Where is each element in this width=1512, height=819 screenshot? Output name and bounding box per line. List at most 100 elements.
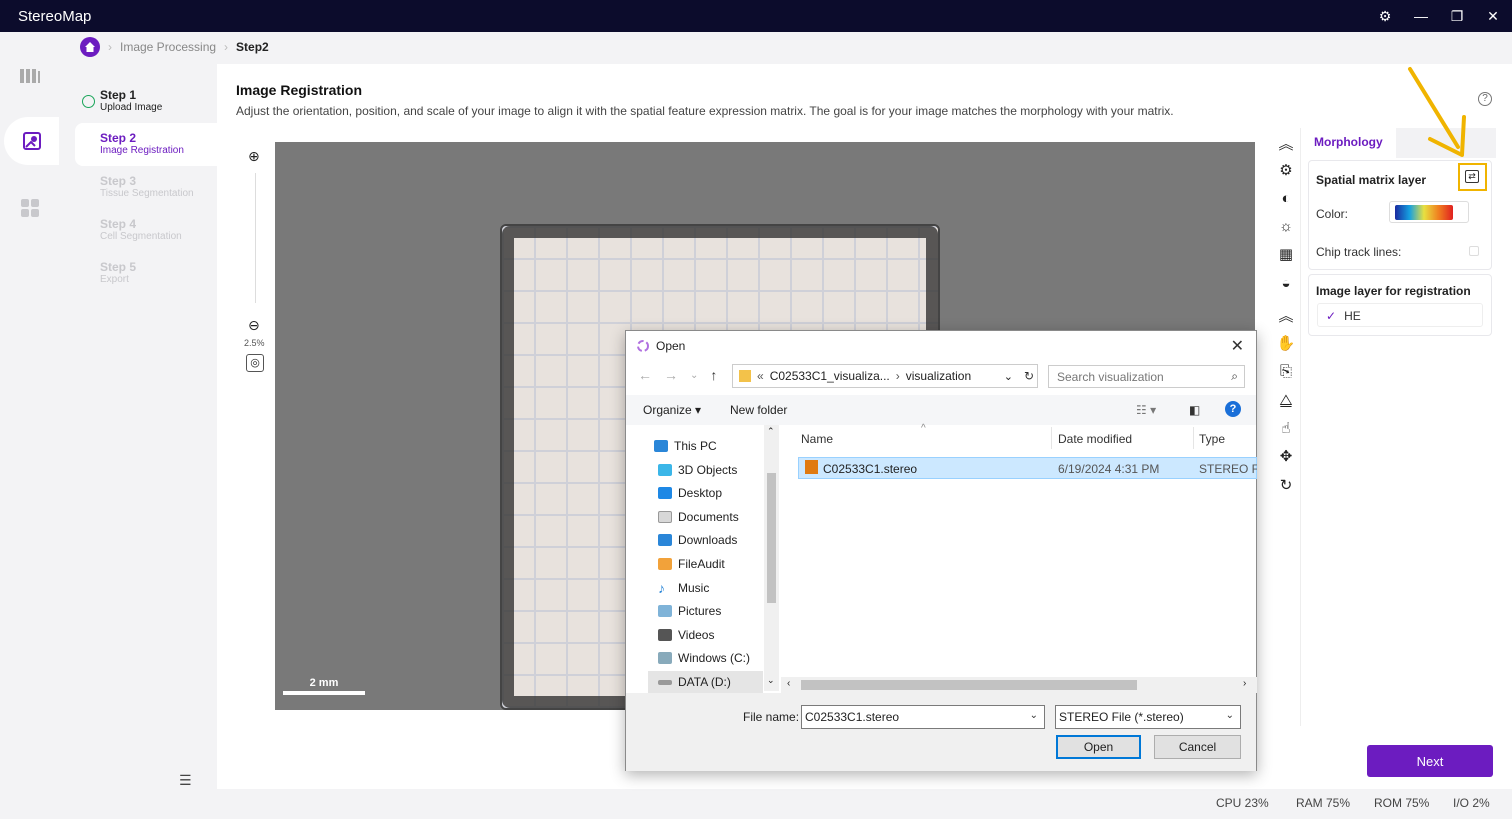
scroll-right-icon[interactable]: › [1243, 678, 1246, 689]
cube-icon [658, 464, 672, 476]
search-input[interactable]: Search visualization ⌕ [1048, 365, 1245, 388]
column-date[interactable]: Date modified [1058, 432, 1132, 446]
tab-morphology[interactable]: Morphology [1304, 128, 1396, 158]
step-item-3: Step 3 Tissue Segmentation [75, 166, 217, 209]
check-icon [82, 95, 95, 108]
image-layer-select[interactable]: ✓ HE [1317, 303, 1483, 327]
nav-item-desktop[interactable]: Desktop [658, 482, 722, 504]
image-layer-card: Image layer for registration ✓ HE [1308, 274, 1492, 336]
filename-value: C02533C1.stereo [805, 710, 900, 724]
computer-icon [654, 440, 668, 452]
close-icon[interactable]: ✕ [1484, 7, 1502, 25]
step-subtitle: Export [100, 274, 129, 285]
fit-view-icon[interactable]: ◎ [246, 354, 264, 372]
chevron-down-icon[interactable]: ⌄ [1030, 710, 1038, 721]
zoom-slider[interactable] [255, 173, 256, 303]
nav-item-downloads[interactable]: Downloads [658, 529, 737, 551]
address-bar[interactable]: « C02533C1_visualiza... › visualization … [732, 364, 1038, 388]
fileaudit-icon [658, 558, 672, 570]
nav-item-music[interactable]: ♪ Music [658, 577, 709, 599]
nav-item-videos[interactable]: Videos [658, 624, 714, 646]
gear-icon[interactable]: ⚙ [1277, 161, 1295, 179]
nav-item-data-d[interactable]: DATA (D:) [648, 671, 763, 693]
organize-button[interactable]: Organize ▾ [643, 403, 701, 417]
dialog-close-icon[interactable]: ✕ [1231, 336, 1244, 356]
chevron-down-icon[interactable]: ⌄ [1226, 710, 1234, 721]
nav-item-this-pc[interactable]: This PC [654, 435, 717, 457]
chevron-down-icon[interactable]: ⌄ [1004, 370, 1013, 383]
scroll-down-icon[interactable]: ⌄ [767, 675, 775, 686]
zoom-controls: ⊕ ⊖ 2.5% ◎ [236, 128, 275, 726]
column-name[interactable]: Name [801, 432, 833, 446]
collapse-up-icon[interactable]: ︽ [1277, 134, 1295, 153]
collapse-menu-icon[interactable]: ☰ [179, 772, 192, 789]
chip-track-checkbox[interactable] [1469, 246, 1479, 256]
file-hscrollbar[interactable]: ‹ › [781, 677, 1257, 693]
step-subtitle: Upload Image [100, 102, 163, 113]
nav-buttons: ← → ⌄ ↑ [638, 367, 717, 383]
collapse-up-icon-2[interactable]: ︽ [1277, 306, 1295, 325]
checker-icon[interactable]: ▦ [1277, 245, 1295, 263]
up-arrow-icon[interactable]: ↑ [710, 367, 717, 383]
step-item-4: Step 4 Cell Segmentation [75, 209, 217, 252]
preview-pane-icon[interactable]: ◧ [1189, 403, 1200, 417]
nav-item-3d-objects[interactable]: 3D Objects [658, 459, 737, 481]
brightness-icon[interactable]: ☼ [1277, 217, 1295, 235]
nav-item-documents[interactable]: Documents [658, 506, 739, 528]
step-item-1[interactable]: Step 1 Upload Image [75, 80, 217, 123]
color-map-select[interactable] [1389, 201, 1469, 223]
breadcrumb-item-image-processing[interactable]: Image Processing [120, 40, 216, 54]
open-button[interactable]: Open [1056, 735, 1141, 759]
file-date: 6/19/2024 4:31 PM [1058, 462, 1160, 476]
nav-map-icon[interactable] [0, 52, 59, 100]
rotate-90-icon[interactable]: ⎘ [1277, 362, 1295, 380]
view-options-icon[interactable]: ☷ ▾ [1136, 403, 1156, 417]
status-rom: ROM 75% [1374, 796, 1430, 810]
restore-icon[interactable]: ❐ [1448, 7, 1466, 25]
cancel-button[interactable]: Cancel [1154, 735, 1241, 759]
settings-icon[interactable]: ⚙ [1376, 7, 1394, 25]
file-row-selected[interactable]: C02533C1.stereo 6/19/2024 4:31 PM STEREO… [798, 457, 1257, 479]
title-bar: StereoMap ⚙ — ❐ ✕ [0, 0, 1512, 32]
zoom-in-icon[interactable]: ⊕ [248, 148, 260, 165]
recent-dropdown-icon[interactable]: ⌄ [690, 367, 698, 383]
step-subtitle: Tissue Segmentation [100, 188, 194, 199]
nav-item-windows-c[interactable]: Windows (C:) [658, 647, 750, 669]
page-description: Adjust the orientation, position, and sc… [236, 104, 1174, 118]
flip-icon[interactable]: ⧋ [1277, 391, 1295, 409]
column-type[interactable]: Type [1199, 432, 1225, 446]
filetype-select[interactable]: STEREO File (*.stereo) ⌄ [1055, 705, 1241, 729]
step-item-2[interactable]: Step 2 Image Registration [75, 123, 217, 166]
hand-icon[interactable]: ✋ [1277, 334, 1296, 352]
zoom-out-icon[interactable]: ⊖ [248, 317, 260, 334]
navigation-pane: This PC 3D Objects Desktop Documents Dow… [626, 425, 778, 693]
path-segment-current[interactable]: visualization [906, 369, 971, 383]
nav-image-icon[interactable] [4, 117, 59, 165]
help-icon[interactable]: ? [1478, 92, 1492, 106]
back-arrow-icon[interactable]: ← [638, 367, 652, 383]
nav-scrollbar[interactable]: ⌃ ⌄ [764, 425, 779, 691]
scroll-up-icon[interactable]: ⌃ [767, 426, 775, 437]
step-title: Step 4 [100, 217, 137, 231]
reset-rotate-icon[interactable]: ↻ [1277, 476, 1295, 494]
new-folder-button[interactable]: New folder [730, 403, 787, 417]
nav-apps-icon[interactable] [0, 184, 59, 232]
contrast-icon[interactable]: ◐ [1277, 189, 1295, 207]
step-title: Step 5 [100, 260, 137, 274]
pointer-icon[interactable]: ☝ [1277, 419, 1295, 437]
nav-item-pictures[interactable]: Pictures [658, 600, 721, 622]
scale-label: 2 mm [309, 677, 339, 689]
move-icon[interactable]: ✥ [1277, 447, 1295, 465]
nav-item-fileaudit[interactable]: FileAudit [658, 553, 725, 575]
path-segment[interactable]: C02533C1_visualiza... [770, 369, 890, 383]
opacity-icon[interactable]: ◒ [1277, 274, 1295, 292]
refresh-icon[interactable]: ↻ [1019, 364, 1039, 388]
swap-layer-icon[interactable]: ⇄ [1465, 170, 1479, 183]
home-icon[interactable] [80, 37, 100, 57]
next-button[interactable]: Next [1367, 745, 1493, 777]
filename-input[interactable]: C02533C1.stereo ⌄ [801, 705, 1045, 729]
help-icon[interactable]: ? [1225, 401, 1241, 417]
scroll-left-icon[interactable]: ‹ [787, 678, 790, 689]
forward-arrow-icon[interactable]: → [664, 367, 678, 383]
minimize-icon[interactable]: — [1412, 7, 1430, 25]
